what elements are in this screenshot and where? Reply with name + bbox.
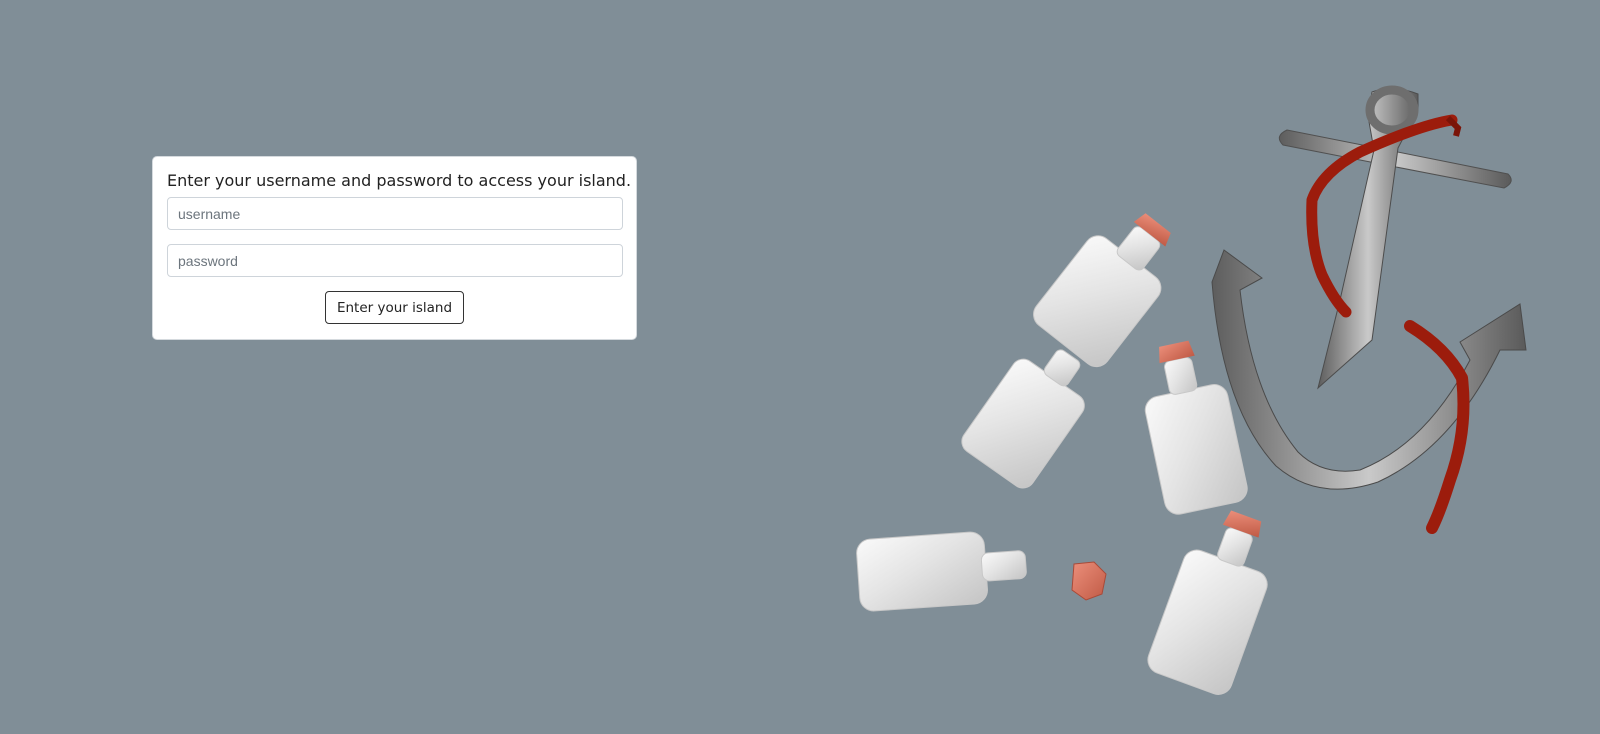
enter-island-button[interactable]: Enter your island <box>324 291 465 324</box>
bottle-model <box>856 531 1027 612</box>
login-card: Enter your username and password to acce… <box>152 156 637 340</box>
login-heading: Enter your username and password to acce… <box>167 171 632 190</box>
password-input[interactable] <box>167 244 623 277</box>
submit-row: Enter your island <box>167 291 622 324</box>
bottle-model <box>1147 510 1268 695</box>
island-scene <box>856 85 1527 695</box>
cork-model <box>1071 561 1107 601</box>
username-input[interactable] <box>167 197 623 230</box>
